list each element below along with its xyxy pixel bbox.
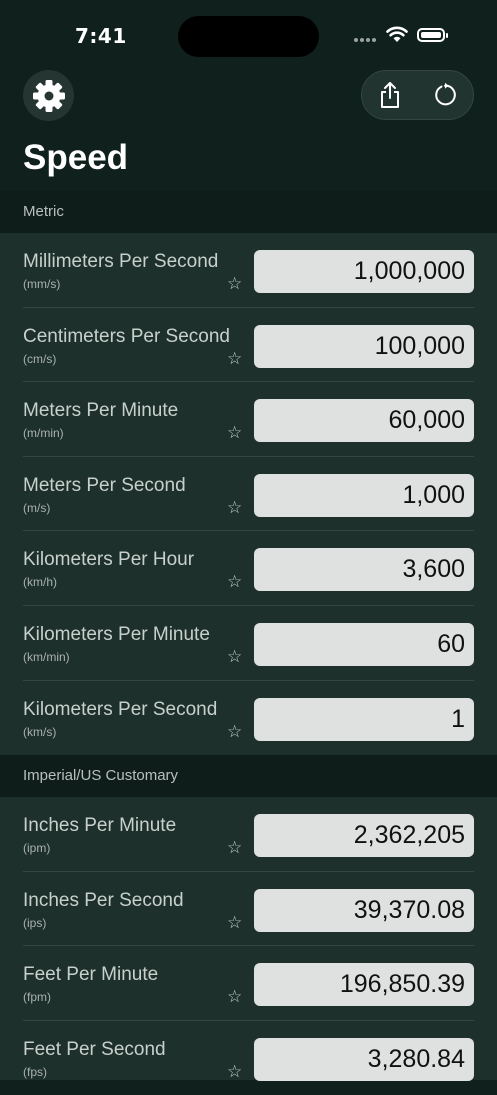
unit-value-field[interactable]: 1 [254, 697, 474, 741]
unit-value-field[interactable]: 39,370.08 [254, 888, 474, 932]
star-outline-icon[interactable]: ☆ [227, 274, 242, 294]
list-item: Kilometers Per Second (km/s) ☆ 1 [0, 681, 497, 756]
unit-value-field[interactable]: 3,600 [254, 548, 474, 592]
section-title: Metric [23, 203, 64, 220]
unit-name: Feet Per Second [23, 1038, 166, 1060]
unit-value-field[interactable]: 1,000,000 [254, 250, 474, 293]
status-bar: 7:41 [0, 0, 497, 70]
list-item: Centimeters Per Second (cm/s) ☆ 100,000 [0, 308, 497, 383]
list-item: Kilometers Per Hour (km/h) ☆ 3,600 [0, 531, 497, 606]
unit-value-field[interactable]: 196,850.39 [254, 963, 474, 1007]
unit-abbreviation: (ips) [23, 915, 47, 930]
cellular-signal-icon [354, 38, 378, 42]
unit-abbreviation: (ipm) [23, 841, 51, 855]
star-outline-icon[interactable]: ☆ [227, 913, 242, 933]
share-icon [381, 82, 399, 108]
dynamic-island [178, 16, 319, 57]
star-outline-icon[interactable]: ☆ [227, 987, 242, 1007]
unit-name: Meters Per Minute [23, 400, 179, 422]
unit-abbreviation: (fps) [23, 1064, 47, 1079]
share-button[interactable] [362, 71, 418, 119]
reset-icon [435, 82, 456, 106]
unit-value-field[interactable]: 60,000 [254, 399, 474, 443]
list-item: Inches Per Second (ips) ☆ 39,370.08 [0, 872, 497, 947]
list-item: Meters Per Second (m/s) ☆ 1,000 [0, 457, 497, 532]
star-outline-icon[interactable]: ☆ [227, 423, 242, 443]
unit-abbreviation: (m/min) [23, 426, 64, 441]
unit-name: Centimeters Per Second [23, 325, 230, 347]
list-item: Inches Per Minute (ipm) ☆ 2,362,205 [0, 797, 497, 872]
star-outline-icon[interactable]: ☆ [227, 349, 242, 369]
unit-abbreviation: (km/h) [23, 575, 57, 590]
star-outline-icon[interactable]: ☆ [227, 722, 242, 742]
unit-name: Kilometers Per Second [23, 698, 218, 720]
list-item: Feet Per Second (fps) ☆ 3,280.84 [0, 1021, 497, 1095]
list-item: Kilometers Per Minute (km/min) ☆ 60 [0, 606, 497, 681]
list-item: Feet Per Minute (fpm) ☆ 196,850.39 [0, 946, 497, 1021]
star-outline-icon[interactable]: ☆ [227, 1062, 242, 1082]
reset-button[interactable] [417, 71, 473, 119]
imperial-unit-list: Inches Per Minute (ipm) ☆ 2,362,205 Inch… [0, 797, 497, 1082]
star-outline-icon[interactable]: ☆ [227, 498, 242, 518]
unit-value-field[interactable]: 2,362,205 [254, 814, 474, 857]
list-item: Meters Per Minute (m/min) ☆ 60,000 [0, 382, 497, 457]
action-pill [361, 70, 474, 120]
unit-abbreviation: (km/min) [23, 649, 70, 664]
gear-icon [32, 79, 65, 112]
unit-abbreviation: (mm/s) [23, 277, 61, 291]
section-header-imperial: Imperial/US Customary [0, 755, 497, 797]
unit-name: Inches Per Second [23, 889, 184, 911]
list-item: Millimeters Per Second (mm/s) ☆ 1,000,00… [0, 233, 497, 308]
unit-abbreviation: (fpm) [23, 990, 51, 1005]
unit-value-field[interactable]: 3,280.84 [254, 1037, 474, 1081]
metric-unit-list: Millimeters Per Second (mm/s) ☆ 1,000,00… [0, 233, 497, 756]
unit-name: Feet Per Minute [23, 964, 159, 986]
settings-button[interactable] [23, 70, 74, 121]
unit-name: Kilometers Per Minute [23, 623, 210, 645]
section-title: Imperial/US Customary [23, 767, 179, 784]
battery-icon [417, 28, 448, 42]
unit-value-field[interactable]: 1,000 [254, 473, 474, 517]
star-outline-icon[interactable]: ☆ [227, 572, 242, 592]
status-time: 7:41 [75, 24, 127, 48]
unit-name: Millimeters Per Second [23, 251, 219, 272]
unit-value-field[interactable]: 100,000 [254, 324, 474, 368]
unit-value-field[interactable]: 60 [254, 622, 474, 666]
unit-name: Inches Per Minute [23, 815, 177, 836]
unit-name: Kilometers Per Hour [23, 549, 195, 571]
section-header-metric: Metric [0, 191, 497, 233]
unit-abbreviation: (km/s) [23, 724, 57, 739]
page-title: Speed [23, 138, 129, 177]
wifi-icon [386, 26, 408, 42]
star-outline-icon[interactable]: ☆ [227, 838, 242, 858]
star-outline-icon[interactable]: ☆ [227, 647, 242, 667]
unit-abbreviation: (cm/s) [23, 351, 57, 366]
unit-abbreviation: (m/s) [23, 500, 51, 515]
unit-name: Meters Per Second [23, 474, 186, 496]
